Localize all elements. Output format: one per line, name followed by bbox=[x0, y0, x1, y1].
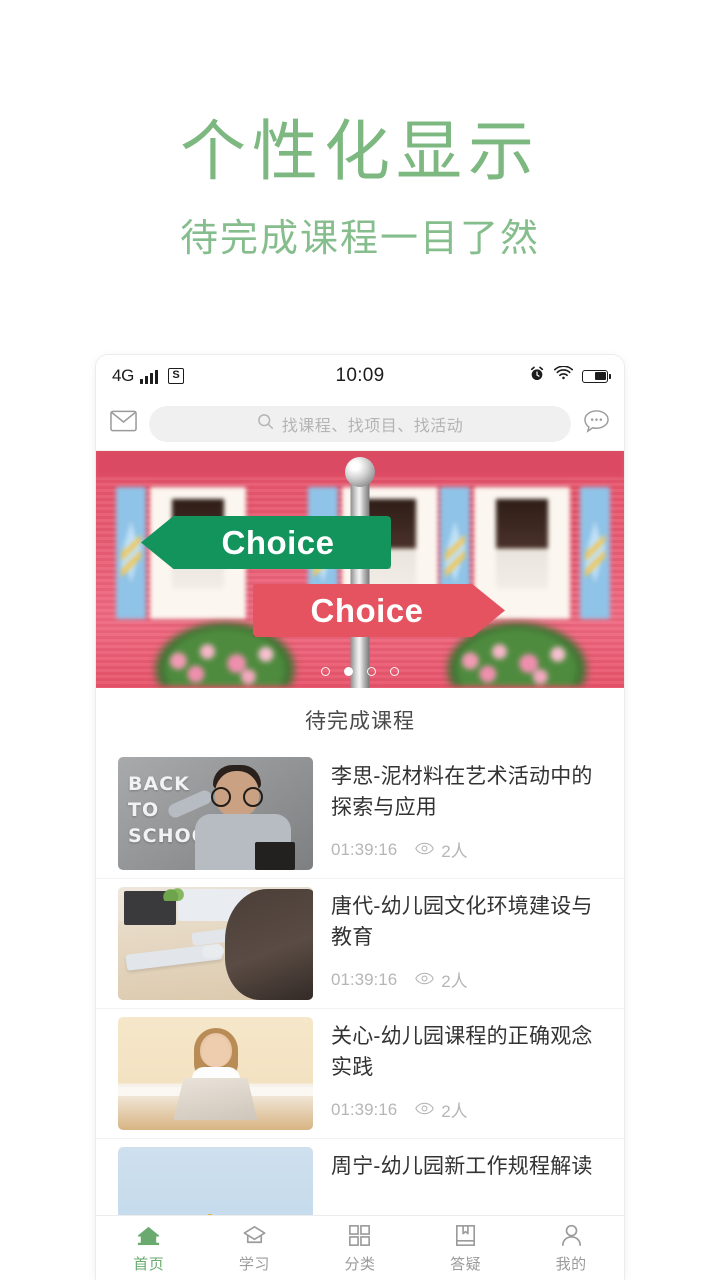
course-duration: 01:39:16 bbox=[331, 1099, 398, 1119]
alarm-clock-icon bbox=[529, 366, 545, 387]
carousel-dot-3[interactable] bbox=[367, 667, 376, 676]
course-view-count: 2人 bbox=[441, 842, 468, 861]
course-duration: 01:39:16 bbox=[331, 969, 398, 989]
course-meta: 01:39:16 2人 bbox=[331, 1097, 608, 1130]
tab-qa[interactable]: 答疑 bbox=[413, 1222, 519, 1274]
tab-home-label: 首页 bbox=[133, 1256, 165, 1273]
tab-profile-label: 我的 bbox=[555, 1256, 587, 1273]
search-placeholder: 找课程、找项目、找活动 bbox=[281, 417, 464, 435]
graduation-cap-icon bbox=[241, 1222, 268, 1249]
tab-home[interactable]: 首页 bbox=[96, 1222, 202, 1274]
tab-category[interactable]: 分类 bbox=[307, 1222, 413, 1274]
search-icon bbox=[257, 413, 274, 435]
shutter-right-1 bbox=[580, 487, 610, 619]
course-list: BACK TO SCHOOL 李思-泥材料在艺术活动中的探索与应用 01:39:… bbox=[96, 749, 624, 1269]
tab-qa-label: 答疑 bbox=[450, 1256, 482, 1273]
course-info: 关心-幼儿园课程的正确观念实践 01:39:16 2人 bbox=[331, 1017, 608, 1130]
course-thumbnail: BACK TO SCHOOL bbox=[118, 757, 313, 870]
signpost-pole bbox=[350, 471, 370, 688]
signpost-knob bbox=[345, 457, 375, 487]
person-icon bbox=[558, 1222, 585, 1249]
banner-sign-red: Choice bbox=[253, 584, 505, 637]
network-label: 4G bbox=[112, 366, 135, 385]
carousel-dot-2[interactable] bbox=[344, 667, 353, 676]
shutter-left-1 bbox=[116, 487, 146, 619]
course-title: 关心-幼儿园课程的正确观念实践 bbox=[331, 1025, 593, 1079]
course-info: 唐代-幼儿园文化环境建设与教育 01:39:16 2人 bbox=[331, 887, 608, 1000]
course-title: 唐代-幼儿园文化环境建设与教育 bbox=[331, 895, 593, 949]
course-title: 李思-泥材料在艺术活动中的探索与应用 bbox=[331, 765, 593, 819]
status-right bbox=[529, 365, 611, 387]
book-bookmark-icon bbox=[452, 1222, 479, 1249]
promo-title: 个性化显示 bbox=[180, 114, 540, 188]
grid-icon bbox=[346, 1222, 373, 1249]
sogou-input-icon: S bbox=[168, 368, 185, 384]
carousel-dots[interactable] bbox=[321, 667, 399, 676]
course-title: 周宁-幼儿园新工作规程解读 bbox=[331, 1155, 593, 1178]
course-view-count: 2人 bbox=[441, 972, 468, 991]
envelope-icon[interactable] bbox=[110, 410, 137, 437]
page-root: 个性化显示 待完成课程一目了然 4G S 10:09 找课程、找项目、找活动 C… bbox=[0, 0, 720, 1280]
promo-subtitle: 待完成课程一目了然 bbox=[179, 218, 540, 260]
battery-icon bbox=[582, 369, 611, 383]
course-duration: 01:39:16 bbox=[331, 839, 398, 859]
status-bar: 4G S 10:09 bbox=[96, 355, 624, 397]
app-header: 找课程、找项目、找活动 bbox=[96, 397, 624, 451]
tab-category-label: 分类 bbox=[344, 1256, 376, 1273]
phone-mockup: 4G S 10:09 找课程、找项目、找活动 Choice Choice 待完成… bbox=[96, 355, 624, 1280]
course-view-count: 2人 bbox=[441, 1102, 468, 1121]
course-views: 2人 bbox=[415, 1097, 468, 1122]
tab-study[interactable]: 学习 bbox=[202, 1222, 308, 1274]
carousel-dot-1[interactable] bbox=[321, 667, 330, 676]
course-list-item[interactable]: 关心-幼儿园课程的正确观念实践 01:39:16 2人 bbox=[96, 1009, 624, 1139]
section-title: 待完成课程 bbox=[96, 688, 624, 749]
home-icon bbox=[135, 1222, 162, 1249]
course-views: 2人 bbox=[415, 837, 468, 862]
eye-icon bbox=[415, 840, 434, 860]
wifi-icon bbox=[554, 365, 573, 386]
course-thumbnail bbox=[118, 887, 313, 1000]
promo-block: 个性化显示 待完成课程一目了然 bbox=[0, 0, 720, 262]
course-views: 2人 bbox=[415, 967, 468, 992]
course-list-item[interactable]: BACK TO SCHOOL 李思-泥材料在艺术活动中的探索与应用 01:39:… bbox=[96, 749, 624, 879]
course-info: 李思-泥材料在艺术活动中的探索与应用 01:39:16 2人 bbox=[331, 757, 608, 870]
tab-profile[interactable]: 我的 bbox=[518, 1222, 624, 1274]
status-left: 4G S bbox=[112, 366, 185, 386]
course-meta: 01:39:16 2人 bbox=[331, 967, 608, 1000]
search-input[interactable]: 找课程、找项目、找活动 bbox=[149, 405, 571, 442]
course-list-item[interactable]: 唐代-幼儿园文化环境建设与教育 01:39:16 2人 bbox=[96, 879, 624, 1009]
signal-bars-icon bbox=[140, 369, 159, 384]
eye-icon bbox=[415, 1100, 434, 1120]
bottom-tab-bar: 首页 学习 分类 答疑 我的 bbox=[96, 1215, 624, 1280]
banner-sign-green: Choice bbox=[141, 516, 391, 569]
course-thumbnail bbox=[118, 1017, 313, 1130]
banner-carousel[interactable]: Choice Choice bbox=[96, 451, 624, 688]
chat-bubble-icon[interactable] bbox=[583, 409, 610, 439]
carousel-dot-4[interactable] bbox=[390, 667, 399, 676]
course-meta: 01:39:16 2人 bbox=[331, 837, 608, 870]
tab-study-label: 学习 bbox=[238, 1256, 270, 1273]
eye-icon bbox=[415, 970, 434, 990]
